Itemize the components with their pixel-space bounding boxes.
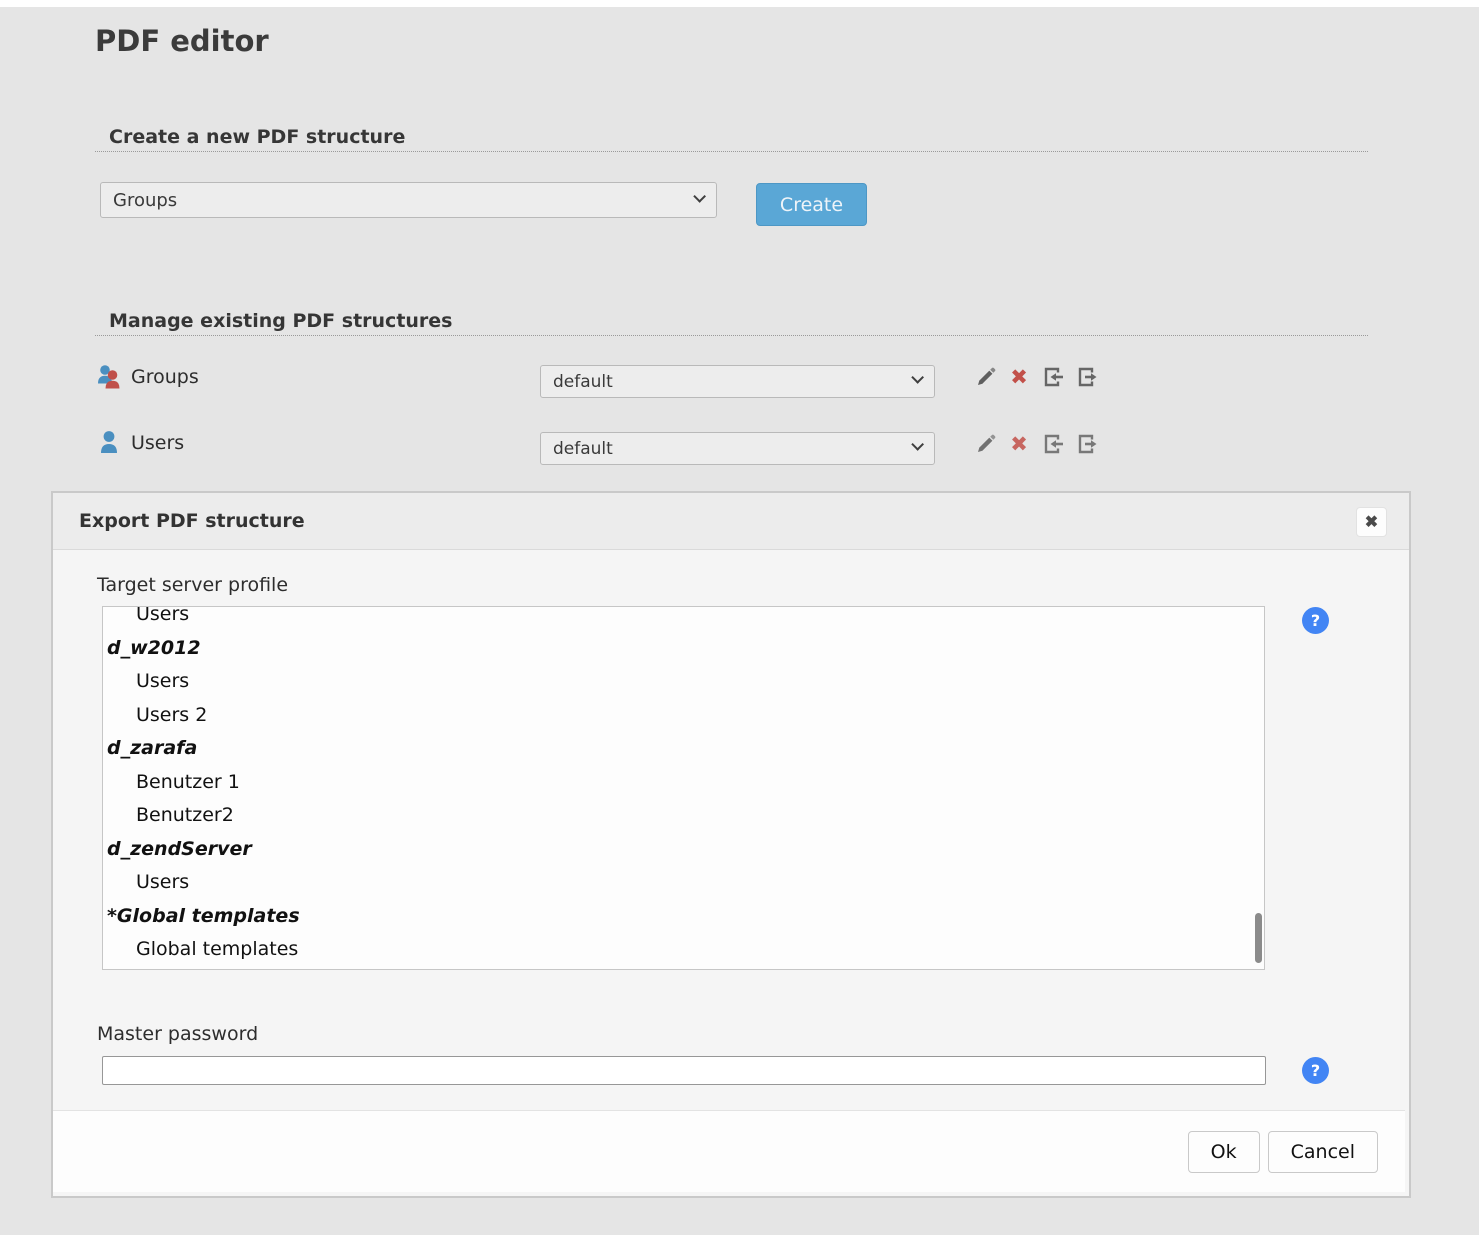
profile-item[interactable]: Users: [103, 665, 1264, 699]
chevron-down-icon: [693, 190, 706, 203]
manage-section-divider: [95, 335, 1368, 336]
master-password-input[interactable]: [102, 1056, 1266, 1085]
create-button[interactable]: Create: [756, 183, 867, 226]
import-icon[interactable]: [1041, 365, 1065, 389]
target-server-profile-label: Target server profile: [97, 574, 288, 596]
chevron-down-icon: [911, 371, 924, 384]
listbox-scrollbar-thumb[interactable]: [1255, 913, 1262, 963]
dialog-footer: Ok Cancel: [53, 1110, 1405, 1192]
profile-group-item[interactable]: d_zarafa: [103, 732, 1264, 766]
profile-item[interactable]: Users: [103, 606, 1264, 632]
page-title: PDF editor: [95, 24, 269, 58]
manage-section-heading: Manage existing PDF structures: [109, 310, 453, 332]
close-icon[interactable]: ✖: [1356, 507, 1387, 537]
profile-item[interactable]: Users 2: [103, 699, 1264, 733]
profile-group-item[interactable]: d_w2012: [103, 632, 1264, 666]
users-profile-select[interactable]: default: [540, 432, 935, 465]
profile-item[interactable]: Global templates: [103, 933, 1264, 967]
edit-icon[interactable]: [974, 365, 998, 389]
top-strip: [0, 0, 1479, 7]
dialog-header: Export PDF structure: [53, 493, 1409, 550]
create-section-heading: Create a new PDF structure: [109, 126, 405, 148]
profile-list: Usersd_w2012UsersUsers 2d_zarafaBenutzer…: [103, 606, 1264, 967]
target-server-profile-listbox[interactable]: Usersd_w2012UsersUsers 2d_zarafaBenutzer…: [102, 606, 1265, 970]
dialog-title: Export PDF structure: [79, 510, 305, 532]
create-section-divider: [95, 151, 1368, 152]
groups-icon: [95, 362, 123, 396]
profile-group-item[interactable]: d_zendServer: [103, 833, 1264, 867]
help-icon[interactable]: ?: [1302, 607, 1329, 634]
groups-profile-select[interactable]: default: [540, 365, 935, 398]
profile-group-item[interactable]: *Global templates: [103, 900, 1264, 934]
users-profile-value: default: [553, 439, 613, 459]
profile-item[interactable]: Users: [103, 866, 1264, 900]
user-icon: [98, 430, 122, 462]
groups-profile-value: default: [553, 372, 613, 392]
manage-row-label-groups: Groups: [131, 366, 199, 388]
edit-icon[interactable]: [974, 432, 998, 456]
ok-button[interactable]: Ok: [1188, 1131, 1260, 1173]
export-pdf-structure-dialog: Export PDF structure ✖ Target server pro…: [51, 491, 1411, 1198]
help-icon[interactable]: ?: [1302, 1057, 1329, 1084]
pdf-editor-page: PDF editor Create a new PDF structure Gr…: [0, 0, 1479, 1235]
manage-row-label-users: Users: [131, 432, 184, 454]
import-icon[interactable]: [1041, 432, 1065, 456]
export-icon[interactable]: [1075, 432, 1099, 456]
delete-icon[interactable]: ✖: [1007, 365, 1031, 389]
cancel-button[interactable]: Cancel: [1268, 1131, 1378, 1173]
chevron-down-icon: [911, 438, 924, 451]
structure-type-select[interactable]: Groups: [100, 182, 717, 218]
profile-item[interactable]: Benutzer 1: [103, 766, 1264, 800]
export-icon[interactable]: [1075, 365, 1099, 389]
structure-type-value: Groups: [113, 190, 177, 211]
delete-icon[interactable]: ✖: [1007, 432, 1031, 456]
master-password-label: Master password: [97, 1023, 258, 1045]
profile-item[interactable]: Benutzer2: [103, 799, 1264, 833]
